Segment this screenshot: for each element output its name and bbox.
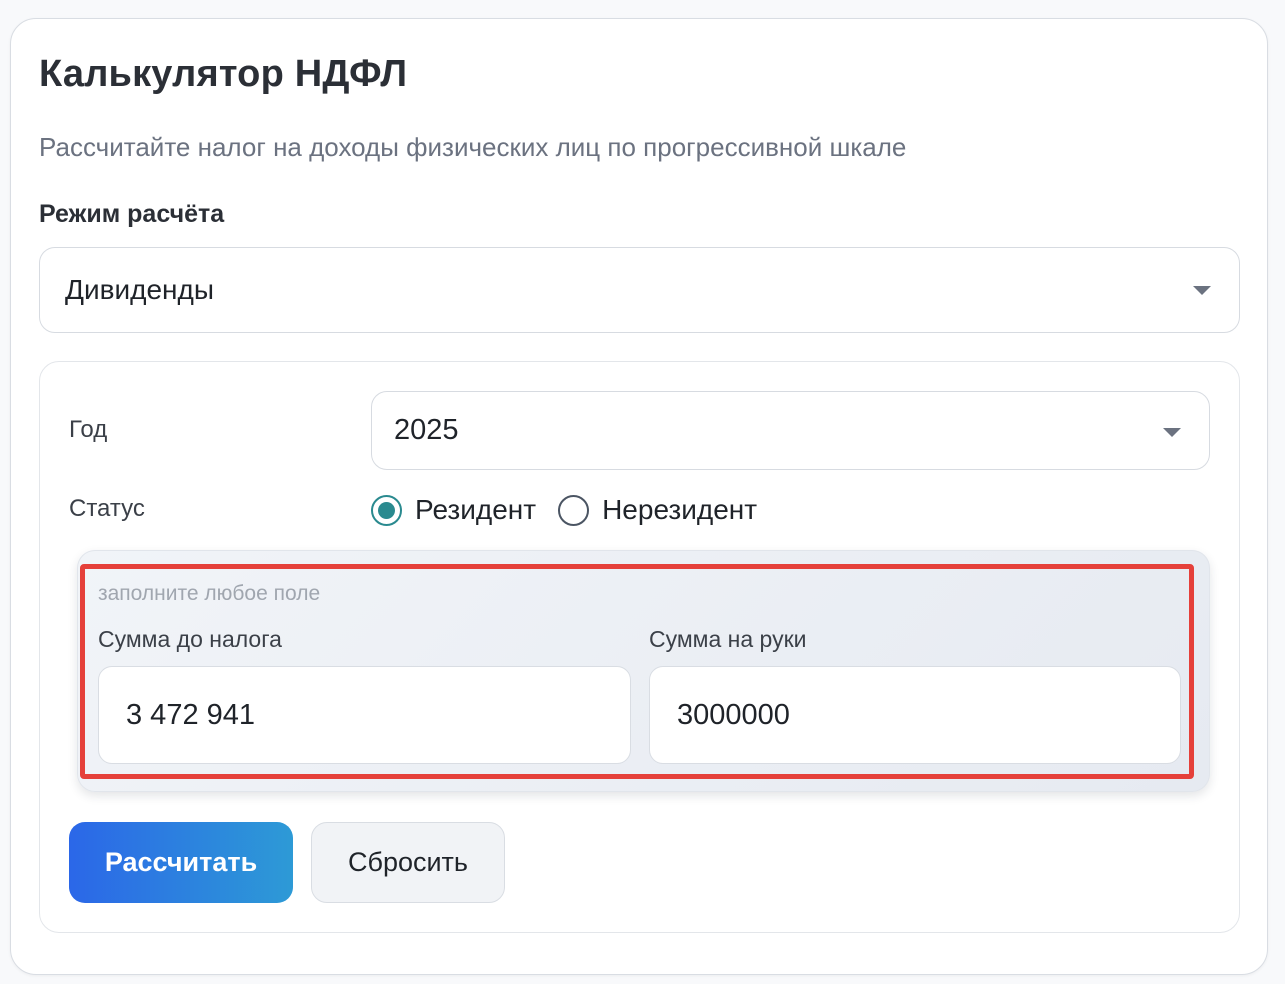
radio-unchecked-icon[interactable] xyxy=(558,494,590,526)
gross-amount-label: Сумма до налога xyxy=(98,626,282,652)
mode-select-value: Дивиденды xyxy=(65,274,214,305)
status-radio-nonresident-label: Нерезидент xyxy=(602,494,758,525)
page-title: Калькулятор НДФЛ xyxy=(39,53,408,95)
net-amount-input[interactable] xyxy=(649,666,1181,764)
mode-select[interactable]: Дивиденды xyxy=(39,247,1240,333)
reset-button[interactable]: Сбросить xyxy=(311,822,505,903)
calculate-button[interactable]: Рассчитать xyxy=(69,822,293,903)
year-select-value: 2025 xyxy=(394,414,459,446)
mode-label: Режим расчёта xyxy=(39,200,225,228)
tax-calculator-card: Калькулятор НДФЛ Рассчитайте налог на до… xyxy=(10,18,1268,975)
status-label: Статус xyxy=(69,495,145,522)
fill-any-field-hint: заполните любое поле xyxy=(98,582,321,605)
status-radio-resident-label: Резидент xyxy=(415,494,537,525)
gross-amount-input[interactable] xyxy=(98,666,631,764)
radio-checked-icon[interactable] xyxy=(371,494,402,526)
net-amount-label: Сумма на руки xyxy=(649,626,807,652)
chevron-down-icon xyxy=(1163,428,1181,437)
status-radio-group: Резидент Нерезидент xyxy=(371,492,779,528)
status-radio-nonresident[interactable]: Нерезидент xyxy=(558,494,757,526)
status-radio-resident[interactable]: Резидент xyxy=(371,494,536,526)
chevron-down-icon xyxy=(1193,286,1211,295)
page-subtitle: Рассчитайте налог на доходы физических л… xyxy=(39,132,907,162)
year-select[interactable]: 2025 xyxy=(371,391,1210,470)
calculator-form: Год 2025 Статус Резидент Нерезидент запо… xyxy=(39,361,1240,933)
year-label: Год xyxy=(69,416,108,443)
